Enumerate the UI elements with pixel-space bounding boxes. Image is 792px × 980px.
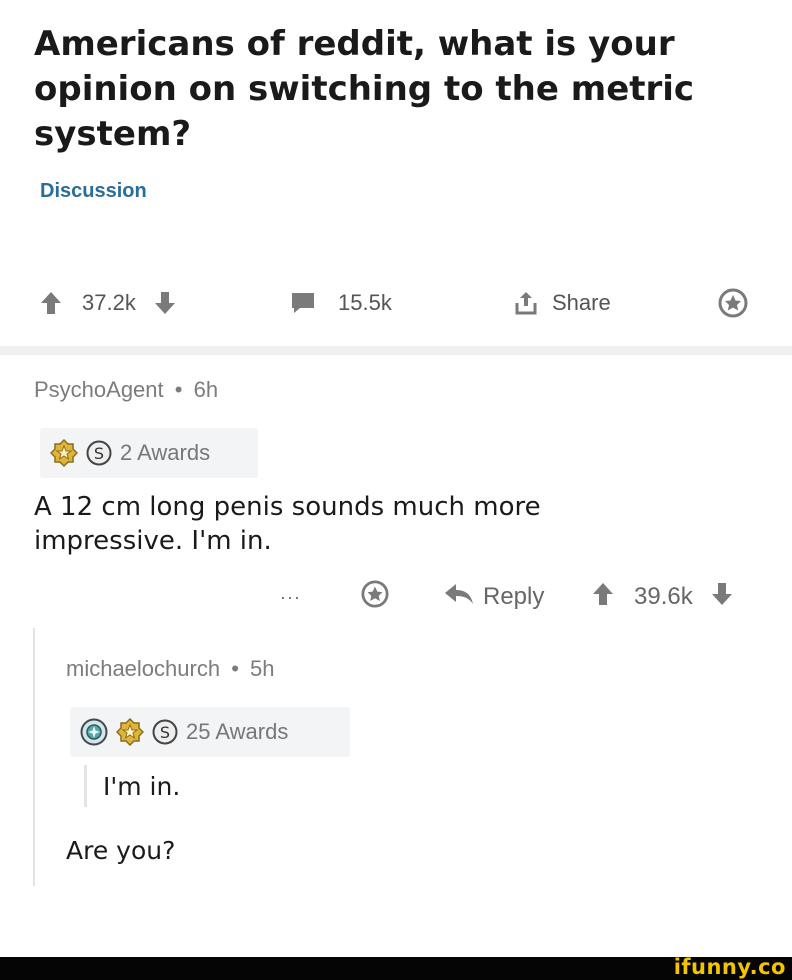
svg-text:S: S [160,723,170,742]
comment-award-button[interactable] [361,575,389,619]
reply-label: Reply [483,583,545,610]
award-icon [361,579,389,615]
share-button[interactable]: Share [514,280,611,326]
meta-separator: • [231,656,239,681]
comments-button[interactable]: 15.5k [290,280,392,326]
post-vote-group: 37.2k [40,280,176,326]
ifunny-watermark: ifunny.co [673,955,786,979]
platinum-award-icon [80,718,108,746]
upvote-icon[interactable] [592,582,614,613]
thread-line[interactable] [33,628,35,886]
reply-awards-count: 25 Awards [186,719,289,744]
quote-text: I'm in. [103,771,181,801]
section-divider [0,346,792,355]
comment-vote-count: 39.6k [634,583,693,610]
silver-award-icon: S [152,719,178,745]
share-label: Share [552,290,611,315]
reply-icon [444,583,474,612]
reply-body: Are you? [66,836,176,865]
comment-action-bar: ··· Reply 39.6k [0,575,792,619]
comment-meta: PsychoAgent • 6h [34,377,218,403]
comment-count: 15.5k [338,290,392,315]
silver-award-icon: S [86,440,112,466]
comment-age: 6h [193,377,219,402]
reply-awards-badge[interactable]: S 25 Awards [70,707,350,757]
post-title: Americans of reddit, what is your opinio… [34,24,695,154]
comment-icon [290,291,316,315]
awards-badge[interactable]: S 2 Awards [40,428,258,478]
reply-meta: michaelochurch • 5h [66,656,275,682]
reply-button[interactable]: Reply [444,575,544,619]
meta-separator: • [174,377,183,402]
gold-award-icon [116,718,144,746]
post-action-bar: 37.2k 15.5k Share [0,280,792,326]
reply-age: 5h [250,656,275,681]
reply-quote: I'm in. [84,765,180,807]
comment-body: A 12 cm long penis sounds much more impr… [34,492,541,556]
share-icon [514,290,538,316]
comment-author[interactable]: PsychoAgent [34,377,164,402]
downvote-icon[interactable] [154,291,176,315]
svg-text:S: S [94,444,104,463]
post-vote-count: 37.2k [82,290,136,315]
gold-award-icon [50,439,78,467]
award-button[interactable] [718,280,748,326]
downvote-icon[interactable] [711,582,733,613]
awards-count: 2 Awards [120,440,211,465]
more-options-button[interactable]: ··· [280,575,301,619]
more-icon: ··· [280,586,301,607]
post-flair[interactable]: Discussion [40,180,147,203]
award-icon [718,288,748,318]
comment-vote-group: 39.6k [592,575,733,619]
reply-author[interactable]: michaelochurch [66,656,220,681]
upvote-icon[interactable] [40,291,62,315]
